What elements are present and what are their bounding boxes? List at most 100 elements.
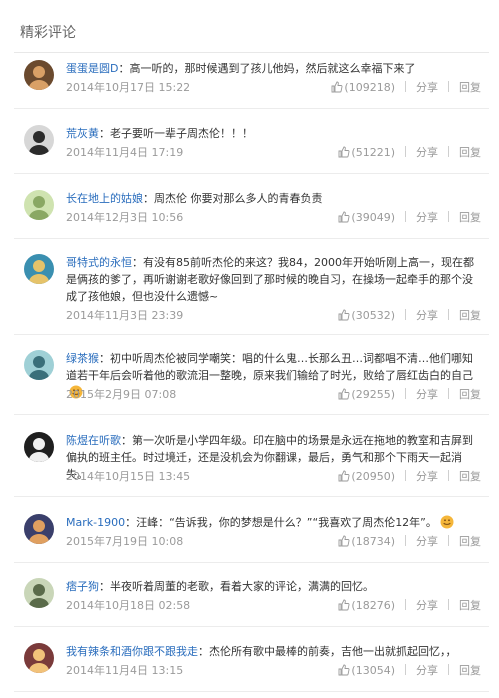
reply-button[interactable]: 回复 bbox=[459, 211, 481, 224]
comment-content: 周杰伦 你要对那么多人的青春负责 bbox=[154, 192, 323, 205]
like-count: (18276) bbox=[351, 599, 395, 612]
share-button[interactable]: 分享 bbox=[416, 309, 438, 322]
action-divider bbox=[405, 599, 406, 610]
comment-actions: (30532) 分享 回复 bbox=[338, 308, 481, 326]
share-button[interactable]: 分享 bbox=[416, 599, 438, 612]
username-link[interactable]: 陈煜在听歌 bbox=[66, 434, 121, 447]
comment-actions: (13054) 分享 回复 bbox=[338, 663, 481, 681]
action-divider bbox=[448, 599, 449, 610]
reply-button[interactable]: 回复 bbox=[459, 388, 481, 401]
like-button[interactable]: (109218) bbox=[331, 80, 395, 98]
like-count: (13054) bbox=[351, 664, 395, 677]
separator: ： bbox=[118, 62, 130, 75]
action-divider bbox=[405, 664, 406, 675]
action-divider bbox=[448, 211, 449, 222]
avatar[interactable] bbox=[24, 125, 54, 155]
like-button[interactable]: (18734) bbox=[338, 534, 395, 552]
comment-text: 长在地上的姑娘：周杰伦 你要对那么多人的青春负责 bbox=[66, 190, 481, 207]
share-button[interactable]: 分享 bbox=[416, 146, 438, 159]
comment-actions: (18734) 分享 回复 bbox=[338, 534, 481, 552]
share-button[interactable]: 分享 bbox=[416, 664, 438, 677]
comment-item: Mark-1900：汪峰：“告诉我，你的梦想是什么？”“我喜欢了周杰伦12年”。… bbox=[14, 514, 489, 563]
thumbs-up-icon bbox=[338, 211, 350, 228]
comment-meta: 2015年7月19日 10:08 (18734) 分享 回复 bbox=[66, 534, 481, 550]
reply-button[interactable]: 回复 bbox=[459, 309, 481, 322]
like-count: (18734) bbox=[351, 535, 395, 548]
username-link[interactable]: 蛋蛋是圆D bbox=[66, 62, 118, 75]
like-count: (20950) bbox=[351, 470, 395, 483]
comment-content: 半夜听着周董的老歌，看着大家的评论，满满的回忆。 bbox=[110, 580, 374, 593]
like-button[interactable]: (30532) bbox=[338, 308, 395, 326]
avatar[interactable] bbox=[24, 432, 54, 462]
reply-button[interactable]: 回复 bbox=[459, 470, 481, 483]
username-link[interactable]: 绿茶猴 bbox=[66, 352, 99, 365]
username-link[interactable]: Mark-1900 bbox=[66, 516, 125, 529]
comment-text: Mark-1900：汪峰：“告诉我，你的梦想是什么？”“我喜欢了周杰伦12年”。 bbox=[66, 514, 481, 534]
comment-time: 2014年12月3日 10:56 bbox=[66, 211, 184, 224]
thumbs-up-icon bbox=[338, 309, 350, 326]
like-button[interactable]: (18276) bbox=[338, 598, 395, 616]
username-link[interactable]: 荒灰黄 bbox=[66, 127, 99, 140]
comment-item: 痞子狗：半夜听着周董的老歌，看着大家的评论，满满的回忆。 2014年10月18日 … bbox=[14, 578, 489, 627]
comment-content: 初中听周杰伦被同学嘲笑：唱的什么鬼…长那么丑…词都唱不清…他们哪知道若干年后会听… bbox=[66, 352, 473, 382]
share-button[interactable]: 分享 bbox=[416, 470, 438, 483]
username-link[interactable]: 我有辣条和酒你跟不跟我走 bbox=[66, 645, 198, 658]
action-divider bbox=[448, 664, 449, 675]
action-divider bbox=[448, 535, 449, 546]
like-button[interactable]: (20950) bbox=[338, 469, 395, 487]
avatar[interactable] bbox=[24, 514, 54, 544]
share-button[interactable]: 分享 bbox=[416, 211, 438, 224]
separator: ： bbox=[198, 645, 209, 658]
comment-item: 荒灰黄：老子要听一辈子周杰伦！！！ 2014年11月4日 17:19 (51221)… bbox=[14, 125, 489, 174]
action-divider bbox=[448, 146, 449, 157]
comment-item: 长在地上的姑娘：周杰伦 你要对那么多人的青春负责 2014年12月3日 10:56… bbox=[14, 190, 489, 239]
comment-item: 蛋蛋是圆D：高一听的，那时候遇到了孩儿他妈，然后就这么幸福下来了 2014年10月… bbox=[14, 60, 489, 109]
thumbs-up-icon bbox=[338, 146, 350, 163]
comment-actions: (20950) 分享 回复 bbox=[338, 469, 481, 487]
avatar[interactable] bbox=[24, 350, 54, 380]
separator: ： bbox=[132, 256, 143, 269]
username-link[interactable]: 长在地上的姑娘 bbox=[66, 192, 143, 205]
share-button[interactable]: 分享 bbox=[416, 388, 438, 401]
avatar[interactable] bbox=[24, 643, 54, 673]
comment-content: 高一听的，那时候遇到了孩儿他妈，然后就这么幸福下来了 bbox=[129, 62, 416, 75]
comment-time: 2014年11月3日 23:39 bbox=[66, 309, 184, 322]
share-button[interactable]: 分享 bbox=[416, 81, 438, 94]
comment-meta: 2014年11月4日 17:19 (51221) 分享 回复 bbox=[66, 145, 481, 161]
action-divider bbox=[448, 470, 449, 481]
reply-button[interactable]: 回复 bbox=[459, 81, 481, 94]
comment-text: 荒灰黄：老子要听一辈子周杰伦！！！ bbox=[66, 125, 481, 142]
avatar[interactable] bbox=[24, 190, 54, 220]
action-divider bbox=[405, 470, 406, 481]
avatar[interactable] bbox=[24, 578, 54, 608]
section-divider bbox=[14, 52, 489, 53]
separator: ： bbox=[99, 352, 110, 365]
avatar[interactable] bbox=[24, 254, 54, 284]
action-divider bbox=[405, 211, 406, 222]
like-button[interactable]: (29255) bbox=[338, 387, 395, 405]
comment-item: 我有辣条和酒你跟不跟我走：杰伦所有歌中最棒的前奏，吉他一出就抓起回忆，， 2014… bbox=[14, 643, 489, 692]
comment-item: 陈煜在听歌：第一次听是小学四年级。印在脑中的场景是永远在拖地的教室和吉屏到偏执的… bbox=[14, 432, 489, 497]
avatar[interactable] bbox=[24, 60, 54, 90]
like-button[interactable]: (51221) bbox=[338, 145, 395, 163]
action-divider bbox=[405, 309, 406, 320]
reply-button[interactable]: 回复 bbox=[459, 599, 481, 612]
like-button[interactable]: (39049) bbox=[338, 210, 395, 228]
comment-time: 2014年11月4日 13:15 bbox=[66, 664, 184, 677]
thumbs-up-icon bbox=[338, 664, 350, 681]
reply-button[interactable]: 回复 bbox=[459, 535, 481, 548]
like-button[interactable]: (13054) bbox=[338, 663, 395, 681]
separator: ： bbox=[143, 192, 154, 205]
comment-text: 蛋蛋是圆D：高一听的，那时候遇到了孩儿他妈，然后就这么幸福下来了 bbox=[66, 60, 481, 77]
comment-meta: 2014年10月17日 15:22 (109218) 分享 回复 bbox=[66, 80, 481, 96]
username-link[interactable]: 哥特式的永恒 bbox=[66, 256, 132, 269]
comment-actions: (109218) 分享 回复 bbox=[331, 80, 481, 98]
action-divider bbox=[405, 146, 406, 157]
thumbs-up-icon bbox=[338, 388, 350, 405]
share-button[interactable]: 分享 bbox=[416, 535, 438, 548]
reply-button[interactable]: 回复 bbox=[459, 664, 481, 677]
like-count: (29255) bbox=[351, 388, 395, 401]
username-link[interactable]: 痞子狗 bbox=[66, 580, 99, 593]
reply-button[interactable]: 回复 bbox=[459, 146, 481, 159]
comment-actions: (18276) 分享 回复 bbox=[338, 598, 481, 616]
